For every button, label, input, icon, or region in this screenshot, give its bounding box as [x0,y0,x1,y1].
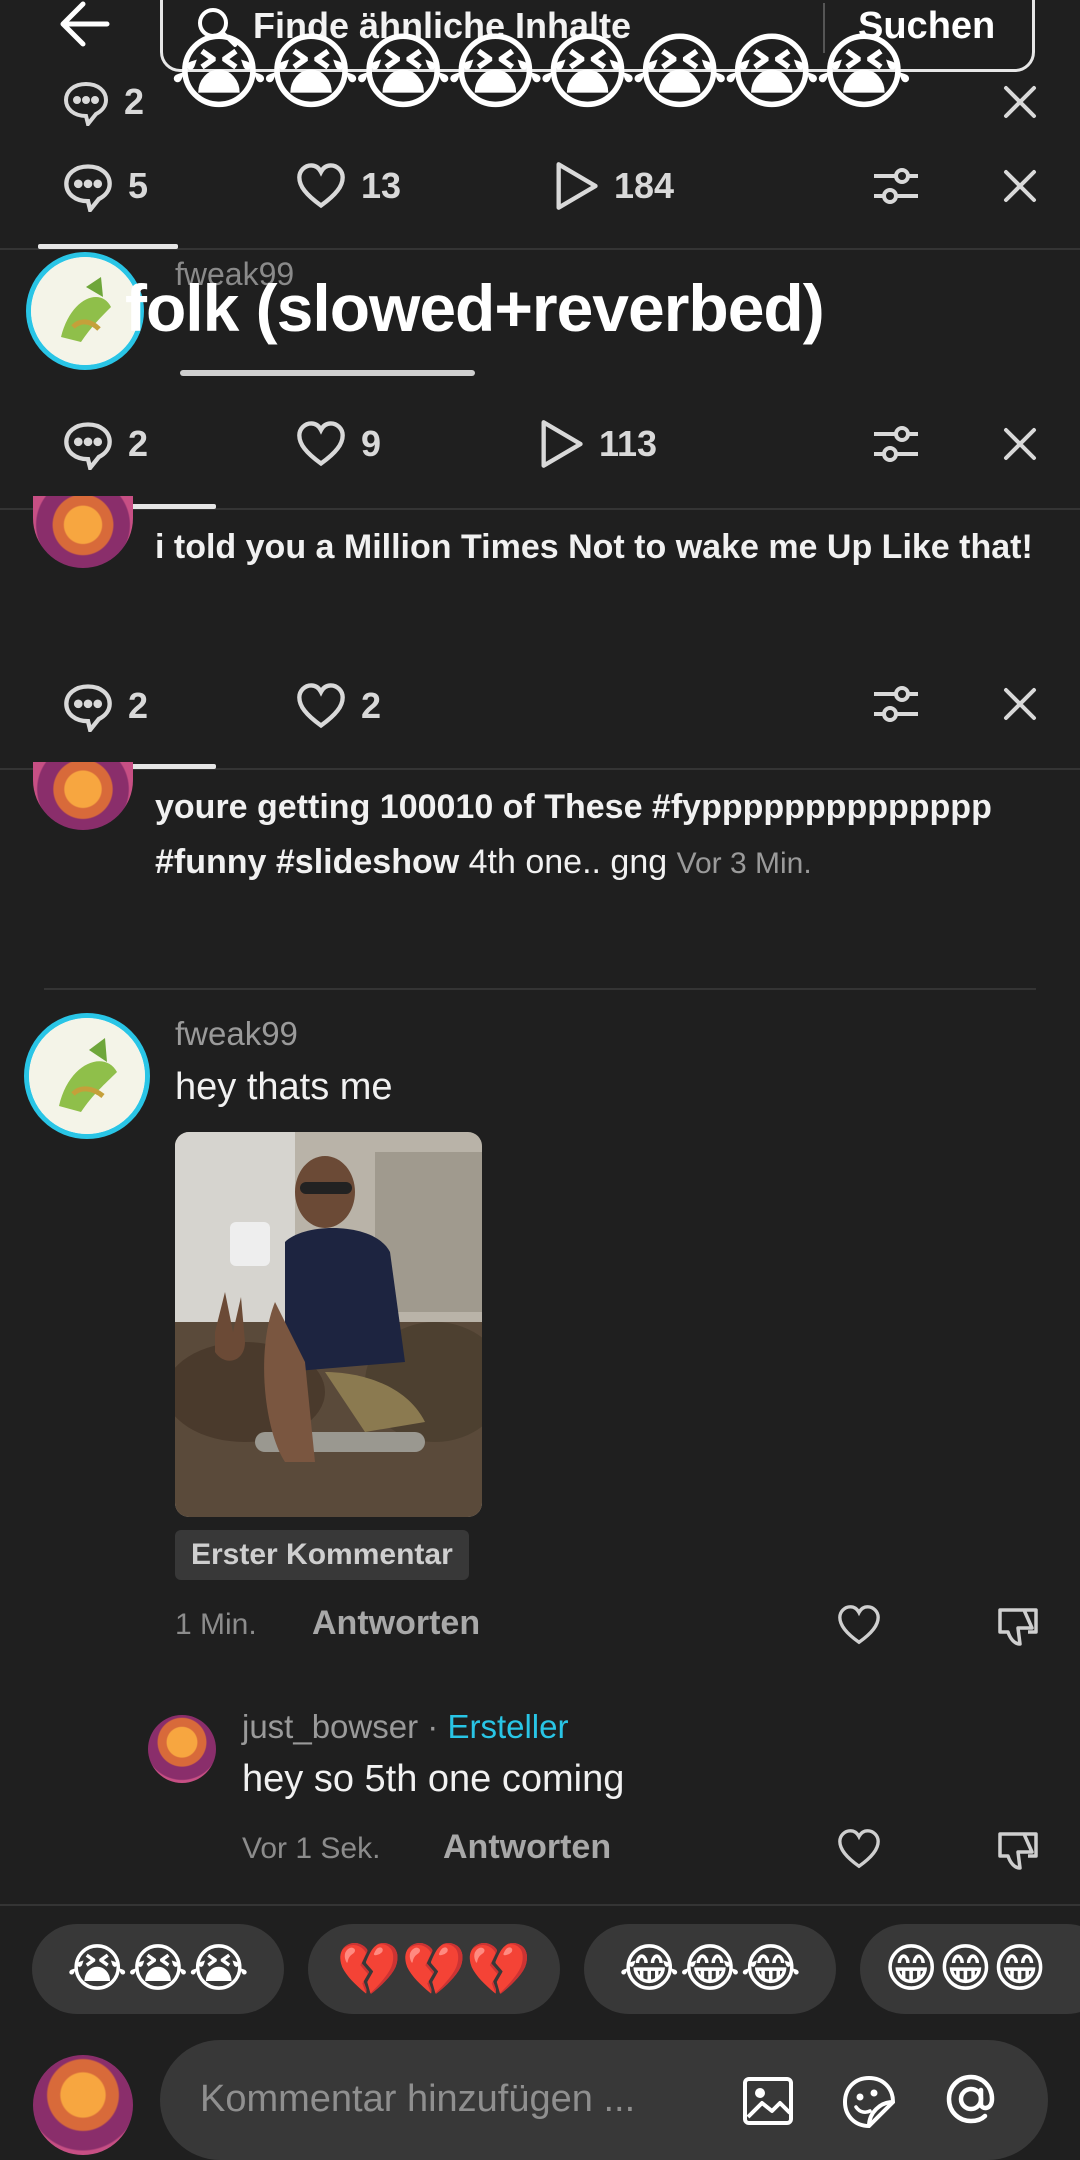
play-count[interactable]: 113 [537,418,657,470]
comment-input[interactable]: Kommentar hinzufügen ... [160,2040,1048,2160]
active-tab-indicator [38,244,178,249]
like-count[interactable]: 13 [295,160,401,212]
play-icon [556,162,598,210]
heart-icon [297,421,345,467]
play-icon [541,420,583,468]
comment-text: hey so 5th one coming [242,1758,625,1800]
comment-icon [64,684,112,732]
avatar[interactable] [33,762,133,830]
comment-count[interactable]: 2 [62,78,144,126]
comment-count[interactable]: 2 [62,680,148,732]
filter-icon[interactable] [870,418,922,470]
comment-icon [64,164,112,212]
sticker-icon[interactable] [840,2073,898,2131]
mention-icon[interactable] [940,2068,1002,2130]
close-icon[interactable] [1000,684,1040,724]
reaction-grinning[interactable]: 😁😁😁 [860,1924,1080,2014]
divider [44,988,1036,990]
comment-count[interactable]: 5 [62,160,148,212]
comment-text: hey thats me [175,1066,393,1108]
image-icon[interactable] [740,2073,796,2129]
close-icon[interactable] [1000,424,1040,464]
emoji-overlay-row: 😭😭😭😭😭😭😭😭 [170,23,913,121]
dislike-icon[interactable] [994,1604,1040,1650]
heart-icon[interactable] [836,1826,882,1872]
reaction-broken-heart[interactable]: 💔💔💔 [308,1924,560,2014]
reaction-crying[interactable]: 😭😭😭 [32,1924,284,2014]
back-arrow-icon[interactable] [55,0,115,50]
reply-button[interactable]: Antworten [443,1828,611,1867]
heart-icon [297,683,345,729]
comment-image[interactable] [175,1132,482,1517]
filter-icon[interactable] [870,160,922,212]
comment-icon [64,422,112,470]
comment-time: Vor 1 Sek. [242,1832,381,1865]
heart-icon[interactable] [836,1602,882,1648]
avatar[interactable] [33,2055,133,2155]
progress-pill [180,370,475,376]
divider [0,1904,1080,1906]
creator-badge: Ersteller [447,1708,569,1745]
reply-button[interactable]: Antworten [312,1604,480,1643]
avatar[interactable] [33,496,133,568]
play-count[interactable]: 184 [552,160,674,212]
post-caption: youre getting 100010 of These #fyppppppp… [155,788,992,881]
post-time: Vor 3 Min. [676,847,812,880]
comment-username[interactable]: just_bowser · Ersteller [242,1708,568,1746]
filter-icon[interactable] [870,678,922,730]
comment-username[interactable]: fweak99 [175,1015,298,1053]
post-caption: i told you a Million Times Not to wake m… [155,528,1033,566]
close-icon[interactable] [1000,82,1040,122]
heart-icon [297,163,345,209]
dislike-icon[interactable] [994,1828,1040,1874]
comment-time: 1 Min. [175,1608,257,1641]
avatar[interactable] [148,1715,216,1783]
comment-icon [63,81,109,126]
like-count[interactable]: 2 [295,680,381,732]
like-count[interactable]: 9 [295,418,381,470]
first-comment-badge: Erster Kommentar [175,1530,469,1580]
reaction-laughing[interactable]: 😂😂😂 [584,1924,836,2014]
avatar[interactable] [24,1013,150,1139]
comment-count[interactable]: 2 [62,418,148,470]
track-title: folk (slowed+reverbed) [125,271,825,345]
close-icon[interactable] [1000,166,1040,206]
